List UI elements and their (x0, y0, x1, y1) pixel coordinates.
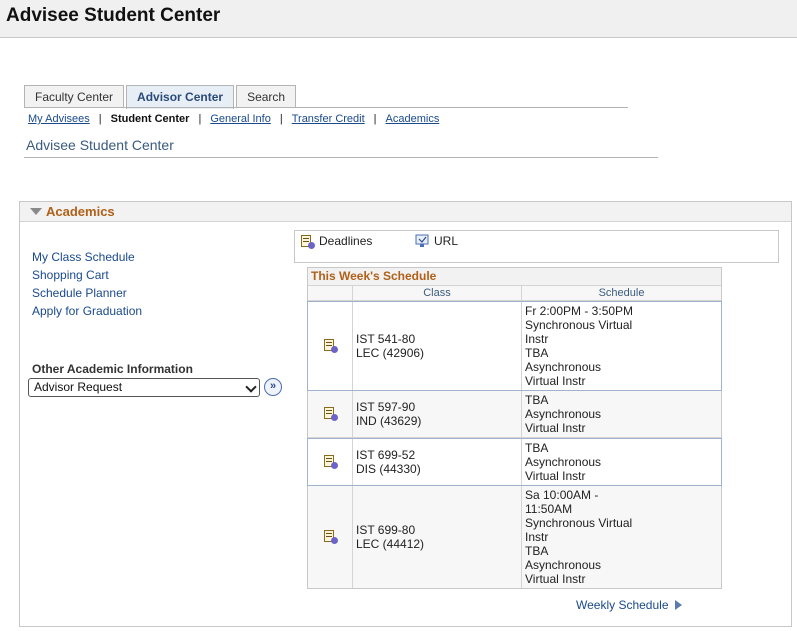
link-my-class-schedule[interactable]: My Class Schedule (32, 250, 142, 264)
subnav-academics[interactable]: Academics (386, 113, 440, 125)
tab-bar: Faculty Center Advisor Center Search (24, 85, 298, 109)
schedule-line: Synchronous Virtual (525, 318, 633, 332)
class-section: IND (43629) (356, 414, 422, 428)
row-class-cell: IST 699-52 DIS (44330) (352, 439, 521, 485)
go-button[interactable]: » (264, 378, 282, 396)
other-academic-info-select[interactable]: Advisor Request (28, 378, 260, 397)
header-icon-cell (308, 286, 352, 300)
schedule-title: This Week's Schedule (308, 268, 721, 285)
row-schedule-cell: TBA Asynchronous Virtual Instr (521, 439, 721, 485)
subnav-my-advisees[interactable]: My Advisees (28, 113, 90, 125)
class-section: DIS (44330) (356, 462, 421, 476)
row-class-cell: IST 541-80 LEC (42906) (352, 302, 521, 390)
header-schedule: Schedule (521, 286, 721, 300)
sub-navigation: My Advisees | Student Center | General I… (28, 113, 439, 125)
academics-section: Academics My Class Schedule Shopping Car… (19, 201, 792, 627)
page-title-main: Advisee Student Center (6, 5, 221, 26)
schedule-line: Asynchronous (525, 360, 602, 374)
subnav-separator: | (198, 113, 202, 125)
class-section: LEC (42906) (356, 346, 425, 360)
schedule-line: Asynchronous (525, 558, 602, 572)
schedule-line: TBA (525, 544, 549, 558)
class-details-icon[interactable] (323, 338, 338, 354)
other-academic-info-value: Advisor Request (34, 380, 123, 394)
row-icon-cell (308, 486, 352, 588)
row-schedule-cell: Sa 10:00AM - 11:50AM Synchronous Virtual… (521, 486, 721, 588)
other-academic-info-label: Other Academic Information (32, 362, 193, 376)
weekly-schedule-link[interactable]: Weekly Schedule (576, 598, 682, 612)
subnav-separator: | (98, 113, 102, 125)
url-label: URL (434, 234, 459, 248)
tab-divider (24, 107, 628, 108)
link-shopping-cart[interactable]: Shopping Cart (32, 268, 142, 282)
class-code: IST 541-80 (356, 332, 416, 346)
schedule-line: Virtual Instr (525, 421, 586, 435)
subnav-separator: | (373, 113, 377, 125)
class-section: LEC (44412) (356, 537, 425, 551)
tab-faculty-center[interactable]: Faculty Center (24, 85, 125, 108)
academics-links: My Class Schedule Shopping Cart Schedule… (32, 250, 142, 322)
schedule-line: Asynchronous (525, 455, 602, 469)
url-icon (415, 234, 429, 248)
class-details-icon[interactable] (323, 529, 338, 545)
deadlines-label: Deadlines (319, 234, 373, 248)
row-schedule-cell: TBA Asynchronous Virtual Instr (521, 391, 721, 437)
row-class-cell: IST 597-90 IND (43629) (352, 391, 521, 437)
schedule-line: 11:50AM (525, 502, 573, 516)
collapse-triangle-icon[interactable] (30, 208, 42, 215)
schedule-line: TBA (525, 393, 549, 407)
schedule-line: TBA (525, 441, 549, 455)
tools-box: Deadlines URL (294, 230, 779, 263)
chevron-down-icon (245, 381, 257, 393)
class-code: IST 597-90 (356, 400, 416, 414)
row-icon-cell (308, 439, 352, 485)
arrow-right-icon (674, 600, 682, 610)
deadlines-link[interactable]: Deadlines (300, 234, 373, 249)
deadlines-icon (300, 234, 315, 249)
schedule-line: Virtual Instr (525, 374, 586, 388)
header-class: Class (352, 286, 521, 300)
content-heading: Advisee Student Center (26, 137, 174, 153)
link-schedule-planner[interactable]: Schedule Planner (32, 286, 142, 300)
row-schedule-cell: Fr 2:00PM - 3:50PM Synchronous Virtual I… (521, 302, 721, 390)
academics-header: Academics (20, 202, 791, 222)
table-row: IST 699-52 DIS (44330) TBA Asynchronous … (307, 438, 722, 486)
class-code: IST 699-80 (356, 523, 416, 537)
url-link[interactable]: URL (415, 234, 458, 248)
schedule-line: Instr (525, 530, 549, 544)
schedule-line: Instr (525, 332, 549, 346)
title-bar: Advisee Student Center (0, 0, 797, 38)
schedule-header-row: Class Schedule (308, 285, 721, 301)
link-apply-for-graduation[interactable]: Apply for Graduation (32, 304, 142, 318)
weekly-schedule-table: This Week's Schedule Class Schedule IST … (307, 267, 722, 589)
row-icon-cell (308, 302, 352, 390)
class-details-icon[interactable] (323, 406, 338, 422)
schedule-line: TBA (525, 346, 549, 360)
table-row: IST 699-80 LEC (44412) Sa 10:00AM - 11:5… (308, 486, 721, 588)
heading-rule (24, 157, 658, 158)
table-row: IST 597-90 IND (43629) TBA Asynchronous … (308, 391, 721, 438)
subnav-student-center: Student Center (110, 113, 190, 125)
row-icon-cell (308, 391, 352, 437)
subnav-separator: | (279, 113, 283, 125)
schedule-line: Sa 10:00AM - (525, 488, 599, 502)
subnav-transfer-credit[interactable]: Transfer Credit (292, 113, 365, 125)
weekly-schedule-label: Weekly Schedule (576, 598, 669, 612)
table-row: IST 541-80 LEC (42906) Fr 2:00PM - 3:50P… (307, 301, 722, 391)
tab-search[interactable]: Search (236, 85, 297, 108)
schedule-line: Synchronous Virtual (525, 516, 633, 530)
class-details-icon[interactable] (323, 454, 338, 470)
row-class-cell: IST 699-80 LEC (44412) (352, 486, 521, 588)
schedule-line: Asynchronous (525, 407, 602, 421)
tab-advisor-center[interactable]: Advisor Center (126, 85, 235, 109)
schedule-line: Virtual Instr (525, 469, 586, 483)
class-code: IST 699-52 (356, 448, 416, 462)
academics-header-label: Academics (46, 204, 115, 219)
schedule-line: Fr 2:00PM - 3:50PM (525, 304, 634, 318)
subnav-general-info[interactable]: General Info (210, 113, 271, 125)
schedule-line: Virtual Instr (525, 572, 586, 586)
